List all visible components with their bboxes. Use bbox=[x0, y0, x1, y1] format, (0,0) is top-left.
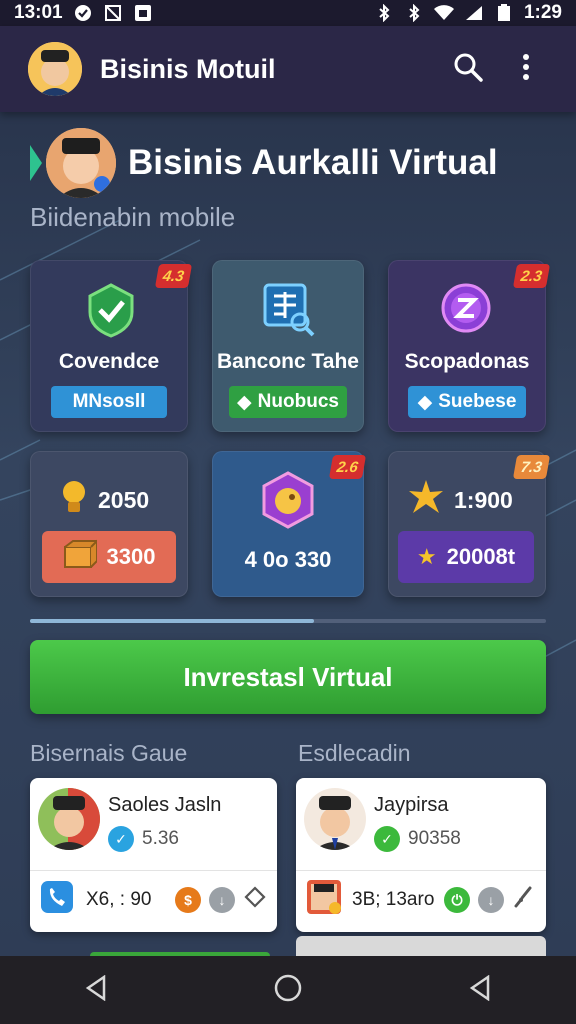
app-title: Bisinis Motuil bbox=[100, 53, 276, 84]
card-name: Saoles Jasln bbox=[108, 794, 222, 816]
profile-thumb-icon[interactable] bbox=[306, 879, 342, 921]
more-button[interactable] bbox=[504, 47, 548, 91]
tile-center-stat[interactable]: 2.6 4 0o 330 bbox=[212, 451, 367, 597]
tile-coins[interactable]: 2050 3300 bbox=[30, 451, 188, 597]
table-search-icon bbox=[262, 282, 316, 343]
star-box-value: 20008t bbox=[446, 544, 516, 569]
hexagon-duck-icon bbox=[260, 471, 316, 534]
star-icon: ★ bbox=[416, 544, 437, 569]
battery-icon bbox=[494, 4, 514, 22]
check-circle-icon: ✓ bbox=[374, 826, 400, 852]
tile-pill-button[interactable]: MNsosll bbox=[51, 386, 167, 418]
recents-icon bbox=[468, 974, 492, 1006]
download-icon[interactable]: ↓ bbox=[209, 887, 235, 913]
avatar[interactable] bbox=[28, 42, 82, 96]
back-button[interactable] bbox=[66, 960, 126, 1020]
bluetooth-icon bbox=[374, 4, 394, 22]
tile-label: Banconc Tahe bbox=[217, 350, 359, 373]
tile-banconc-tahe[interactable]: Banconc Tahe ◆ Nuobucs bbox=[212, 260, 364, 432]
tile-pill-label: Suebese bbox=[438, 391, 517, 412]
section-title-right: Esdlecadin bbox=[298, 740, 411, 766]
bulb-coin-icon bbox=[60, 479, 88, 521]
invest-button[interactable]: Invrestasl Virtual bbox=[30, 640, 546, 714]
card-avatar[interactable] bbox=[304, 788, 366, 850]
coin-icon[interactable]: $ bbox=[175, 887, 201, 913]
card-name: Jaypirsa bbox=[374, 794, 449, 816]
card-divider bbox=[296, 870, 546, 871]
tile-pill-label: Nuobucs bbox=[257, 391, 339, 412]
profile-card[interactable]: Saoles Jasln ✓ 5.36 X6, : 90 $ ↓ bbox=[30, 778, 277, 932]
check-badge-icon: ✓ bbox=[108, 826, 134, 852]
hero-flag-icon bbox=[30, 145, 42, 181]
tile-badge: 7.3 bbox=[513, 455, 551, 479]
hero-header: Bisinis Aurkalli Virtual bbox=[30, 128, 550, 198]
swap-icon: ◆ bbox=[417, 391, 433, 413]
app-icon bbox=[133, 4, 153, 22]
recents-button[interactable] bbox=[450, 960, 510, 1020]
tile-label: Covendce bbox=[58, 350, 160, 373]
z-coin-icon bbox=[440, 282, 492, 339]
hero-title: Bisinis Aurkalli Virtual bbox=[128, 143, 498, 182]
tile-covendce[interactable]: 4.3 Covendce MNsosll bbox=[30, 260, 193, 432]
card-divider bbox=[30, 870, 277, 871]
tile-scopadonas[interactable]: 2.3 Scopadonas ◆ Suebese bbox=[388, 260, 551, 432]
heart-icon[interactable] bbox=[243, 885, 267, 915]
signal-icon bbox=[464, 4, 484, 22]
tile-badge: 4.3 bbox=[155, 264, 193, 288]
tile-badge: 2.3 bbox=[513, 264, 551, 288]
progress-fill bbox=[30, 619, 314, 623]
home-button[interactable] bbox=[258, 960, 318, 1020]
phone-app-icon[interactable] bbox=[40, 880, 74, 920]
progress-bar bbox=[30, 619, 546, 623]
card-footer: 3B; 13aro ⏻ ↓ bbox=[306, 880, 536, 920]
swap-icon: ◆ bbox=[237, 391, 252, 413]
search-icon bbox=[453, 52, 483, 87]
system-nav-bar bbox=[0, 956, 576, 1024]
star-value: 1:900 bbox=[454, 486, 513, 513]
mic-icon[interactable] bbox=[512, 885, 536, 915]
hero-subtitle: Biidenabin mobile bbox=[30, 202, 236, 232]
notification-icon bbox=[73, 4, 93, 22]
bluetooth-icon bbox=[404, 4, 424, 22]
card-foot-text: X6, : 90 bbox=[86, 889, 152, 910]
status-bar: 13:01 1:29 bbox=[0, 0, 576, 26]
card-avatar[interactable] bbox=[38, 788, 100, 850]
crate-icon bbox=[63, 538, 99, 575]
tile-pill-button[interactable]: ◆ Nuobucs bbox=[229, 386, 347, 418]
app-bar: Bisinis Motuil bbox=[0, 26, 576, 112]
home-icon bbox=[273, 973, 303, 1008]
tile-label: Scopadonas bbox=[404, 350, 530, 373]
power-icon[interactable]: ⏻ bbox=[444, 887, 470, 913]
section-title-left: Bisernais Gaue bbox=[30, 740, 188, 766]
back-icon bbox=[84, 974, 108, 1006]
card-foot-text: 3B; 13aro bbox=[352, 889, 435, 910]
profile-card[interactable]: Jaypirsa ✓ 90358 3B; 13aro ⏻ ↓ bbox=[296, 778, 546, 932]
search-button[interactable] bbox=[446, 47, 490, 91]
center-value: 4 0o 330 bbox=[244, 547, 332, 572]
tile-pill-button[interactable]: ◆ Suebese bbox=[408, 386, 526, 418]
tile-badge: 2.6 bbox=[329, 455, 367, 479]
status-time-right: 1:29 bbox=[523, 2, 562, 23]
card-meta-value: 5.36 bbox=[142, 828, 179, 849]
download-icon[interactable]: ↓ bbox=[478, 887, 504, 913]
card-meta-value: 90358 bbox=[408, 828, 461, 849]
hero-avatar[interactable] bbox=[46, 128, 116, 198]
box-value-panel: 3300 bbox=[42, 531, 176, 583]
card-meta: ✓ 5.36 bbox=[108, 826, 179, 852]
wifi-icon bbox=[433, 4, 454, 22]
card-meta: ✓ 90358 bbox=[374, 826, 461, 852]
status-time-left: 13:01 bbox=[14, 2, 63, 23]
box-value: 3300 bbox=[106, 544, 156, 569]
coins-value: 2050 bbox=[98, 486, 150, 513]
star-burst-icon bbox=[408, 479, 444, 521]
no-sim-icon bbox=[103, 4, 123, 22]
tile-star[interactable]: 7.3 1:900 ★ 20008t bbox=[388, 451, 551, 597]
star-box-panel: ★ 20008t bbox=[398, 531, 534, 583]
shield-check-icon bbox=[85, 282, 137, 343]
more-vert-icon bbox=[522, 53, 530, 85]
card-footer: X6, : 90 $ ↓ bbox=[40, 880, 267, 920]
